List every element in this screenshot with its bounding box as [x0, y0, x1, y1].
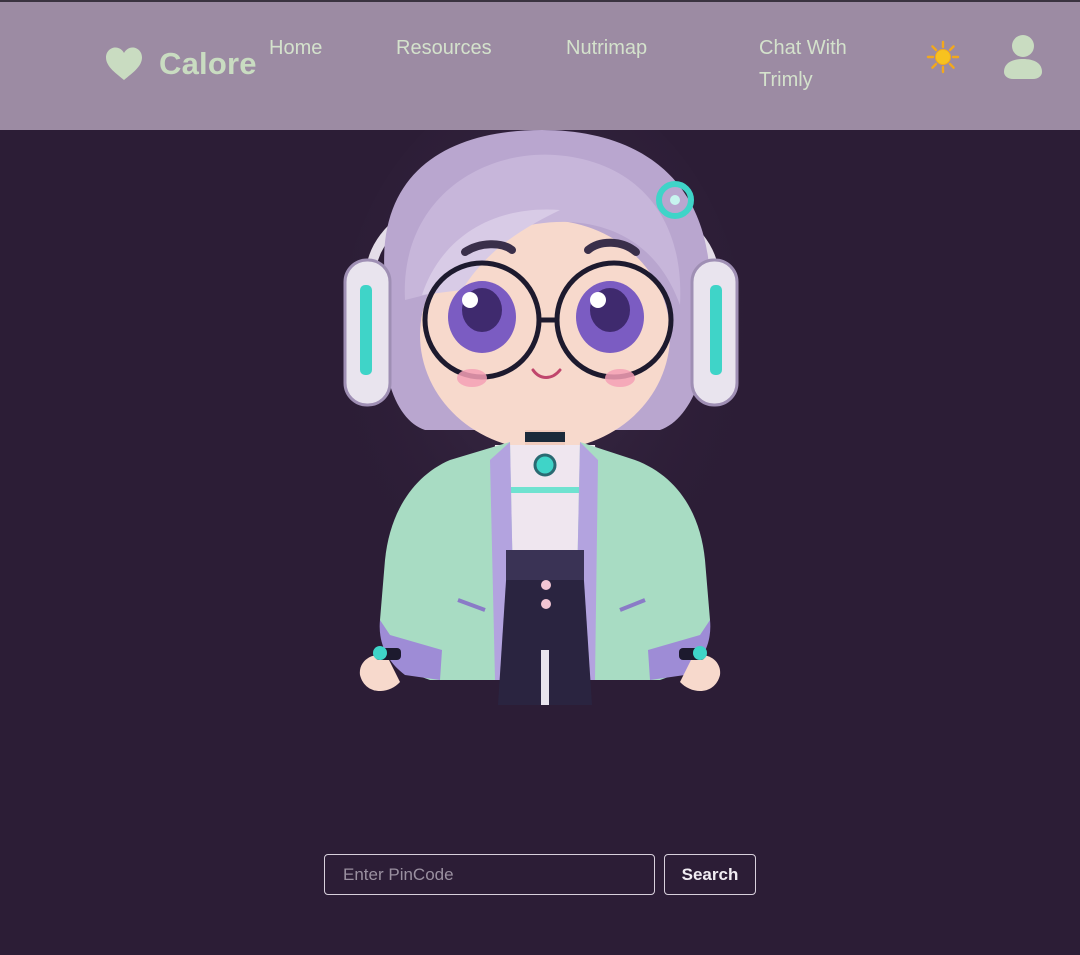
nav-link-home[interactable]: Home	[269, 32, 322, 64]
nav-link-resources[interactable]: Resources	[396, 32, 492, 64]
brand-logo[interactable]: Calore	[105, 46, 257, 82]
heart-icon	[106, 47, 142, 80]
nav-link-nutrimap[interactable]: Nutrimap	[566, 32, 647, 64]
nav-link-chat-with-trimly[interactable]: Chat With Trimly	[759, 32, 869, 96]
navbar: Calore Home Resources Nutrimap Chat With…	[0, 2, 1080, 130]
pincode-search-input[interactable]	[324, 854, 655, 895]
sun-icon[interactable]	[926, 40, 960, 74]
search-button[interactable]: Search	[664, 854, 756, 895]
brand-name: Calore	[159, 46, 257, 81]
user-avatar-icon[interactable]	[1002, 34, 1044, 80]
hero-character-illustration	[332, 130, 750, 705]
